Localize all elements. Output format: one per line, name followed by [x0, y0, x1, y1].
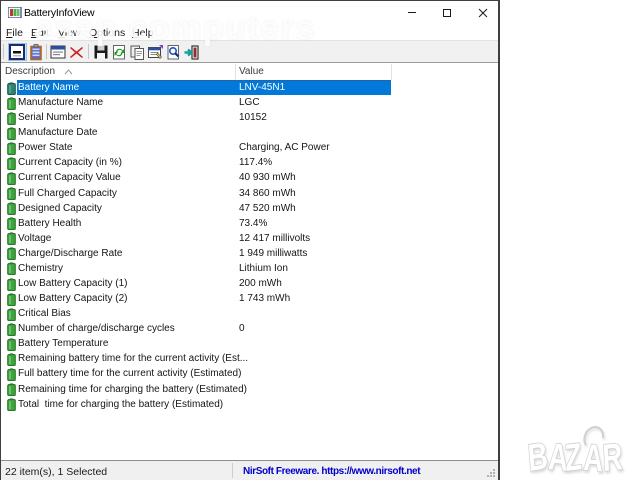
svg-text:B: B: [527, 435, 550, 480]
svg-text:A: A: [583, 437, 604, 481]
svg-text:R: R: [602, 436, 624, 480]
svg-text:Z: Z: [564, 436, 583, 480]
